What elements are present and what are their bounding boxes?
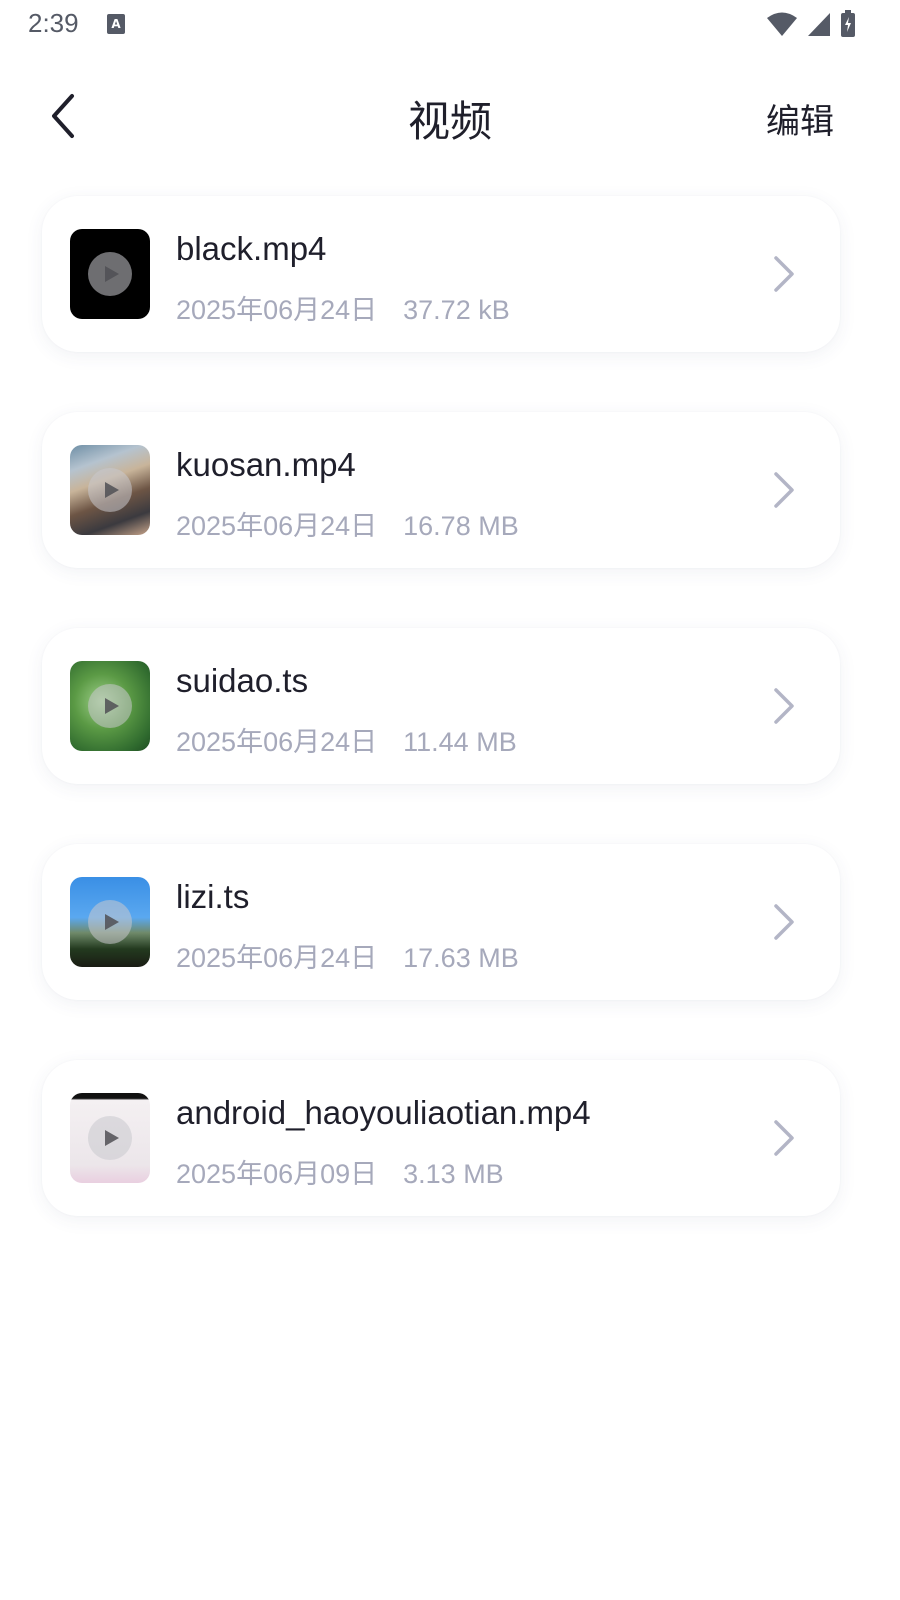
video-list: black.mp4 2025年06月24日 37.72 kB kuosan.mp4…	[42, 196, 840, 1276]
video-size: 37.72 kB	[403, 295, 510, 325]
video-thumbnail	[70, 661, 150, 751]
video-meta: 2025年06月24日 16.78 MB	[176, 504, 519, 543]
video-date: 2025年06月24日	[176, 511, 378, 541]
video-name: lizi.ts	[176, 878, 250, 915]
chevron-right-icon	[774, 688, 794, 724]
video-thumbnail	[70, 1093, 150, 1183]
video-thumbnail	[70, 229, 150, 319]
video-meta: 2025年06月24日 37.72 kB	[176, 288, 510, 327]
status-icons	[766, 10, 856, 38]
video-name: suidao.ts	[176, 662, 309, 699]
page-title: 视频	[407, 98, 492, 145]
video-size: 16.78 MB	[403, 511, 519, 541]
video-date: 2025年06月24日	[176, 943, 378, 973]
svg-text:A: A	[111, 17, 121, 31]
video-meta: 2025年06月24日 11.44 MB	[176, 720, 517, 759]
video-date: 2025年06月24日	[176, 295, 378, 325]
video-name: kuosan.mp4	[176, 446, 356, 483]
chevron-right-icon	[774, 472, 794, 508]
video-item[interactable]: kuosan.mp4 2025年06月24日 16.78 MB	[42, 412, 840, 568]
play-icon	[88, 900, 132, 944]
video-size: 3.13 MB	[403, 1159, 504, 1189]
video-item[interactable]: lizi.ts 2025年06月24日 17.63 MB	[42, 844, 840, 1000]
video-name: android_haoyouliaotian.mp4	[176, 1094, 591, 1131]
video-item[interactable]: suidao.ts 2025年06月24日 11.44 MB	[42, 628, 840, 784]
video-date: 2025年06月09日	[176, 1159, 378, 1189]
chevron-right-icon	[774, 256, 794, 292]
nav-bar: 视频 编辑	[0, 60, 900, 170]
chevron-right-icon	[774, 904, 794, 940]
a-notification-icon: A	[107, 14, 125, 34]
video-meta: 2025年06月24日 17.63 MB	[176, 936, 519, 975]
play-icon	[88, 468, 132, 512]
battery-icon	[841, 10, 855, 37]
video-meta: 2025年06月09日 3.13 MB	[176, 1152, 504, 1191]
video-thumbnail	[70, 445, 150, 535]
video-size: 17.63 MB	[403, 943, 519, 973]
video-name: black.mp4	[176, 230, 327, 267]
status-bar: 2:39 A	[0, 0, 900, 48]
play-icon	[88, 1116, 132, 1160]
play-icon	[88, 252, 132, 296]
video-item[interactable]: black.mp4 2025年06月24日 37.72 kB	[42, 196, 840, 352]
video-size: 11.44 MB	[403, 727, 517, 757]
signal-icon	[808, 13, 830, 36]
status-time: 2:39	[28, 8, 79, 38]
video-date: 2025年06月24日	[176, 727, 378, 757]
edit-button[interactable]: 编辑	[766, 94, 834, 143]
play-icon	[88, 684, 132, 728]
wifi-icon	[767, 12, 797, 36]
video-thumbnail	[70, 877, 150, 967]
chevron-right-icon	[774, 1120, 794, 1156]
video-item[interactable]: android_haoyouliaotian.mp4 2025年06月09日 3.…	[42, 1060, 840, 1216]
